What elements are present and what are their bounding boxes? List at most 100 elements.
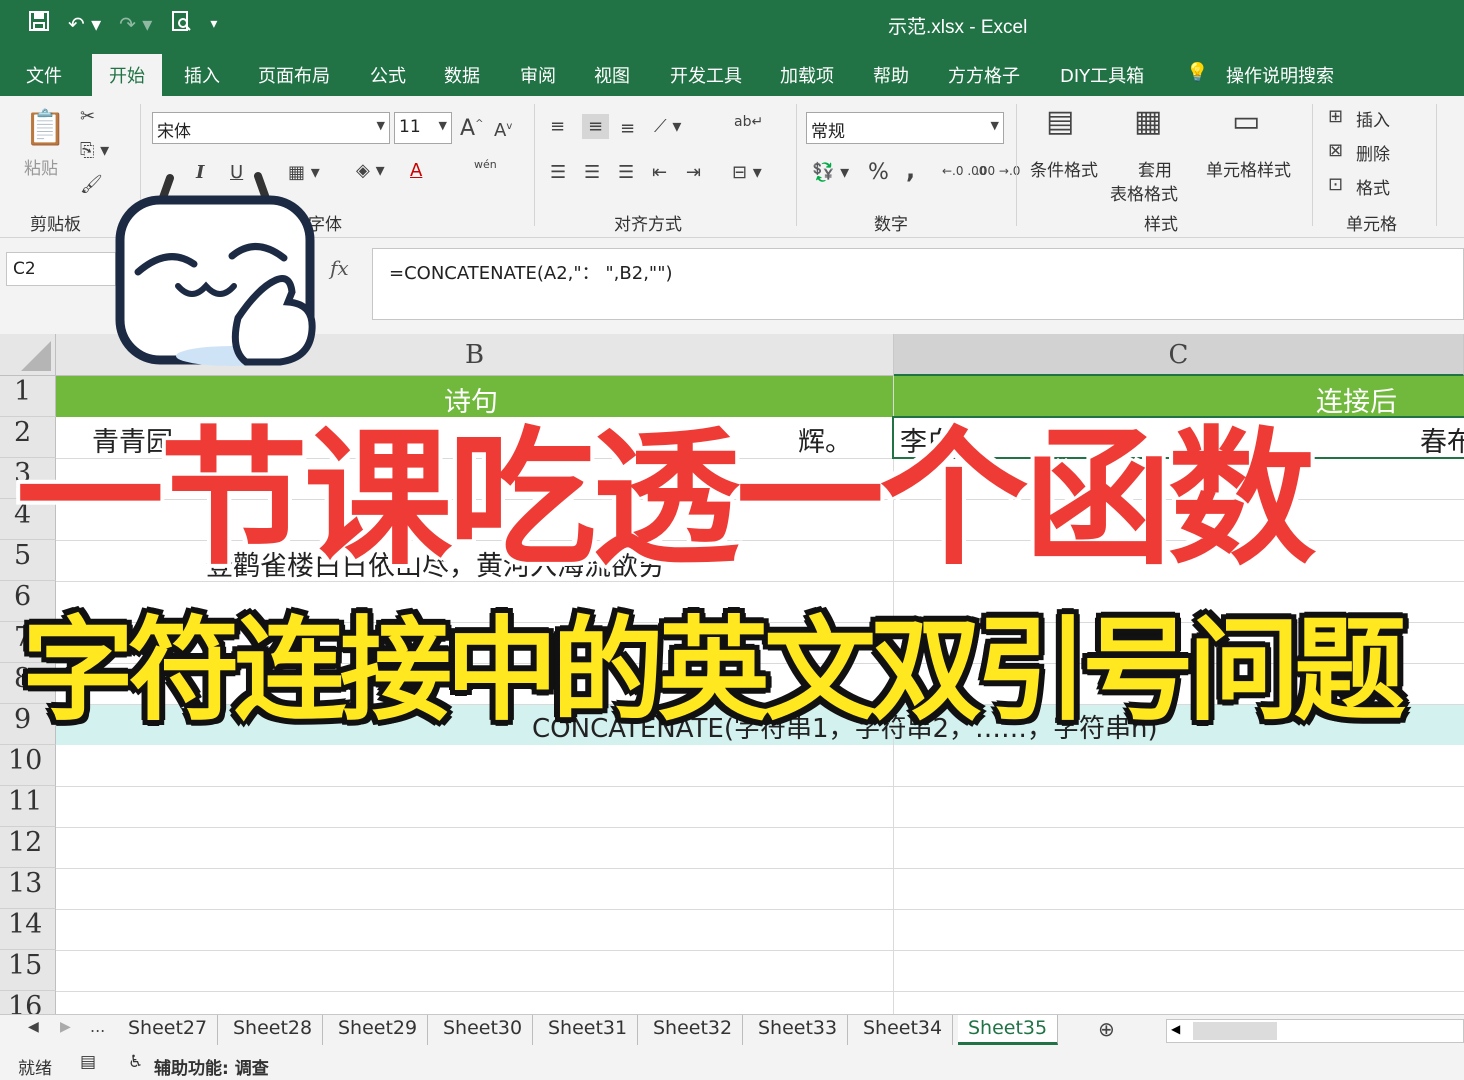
row-header-16[interactable]: 16 — [0, 991, 56, 1014]
delete-cells-button[interactable]: 删除 — [1356, 140, 1390, 165]
conditional-format-button[interactable]: 条件格式 — [1030, 156, 1098, 181]
format-as-table-icon[interactable]: ▦ — [1134, 104, 1162, 139]
increase-indent-icon[interactable]: ⇥ — [686, 162, 701, 183]
prev-sheet-icon[interactable]: ◀ — [28, 1019, 39, 1035]
sheet-tab-sheet29[interactable]: Sheet29 — [328, 1015, 429, 1045]
decrease-font-icon[interactable]: Av — [494, 120, 512, 141]
horizontal-scrollbar[interactable]: ◀ — [1166, 1019, 1464, 1043]
scroll-thumb[interactable] — [1193, 1022, 1277, 1040]
ribbon-tabs: 文件 开始 插入 页面布局 公式 数据 审阅 视图 开发工具 加载项 帮助 方方… — [0, 50, 1464, 96]
print-preview-icon[interactable] — [170, 10, 192, 37]
copy-icon[interactable]: ⎘ ▾ — [80, 140, 109, 161]
row-header-13[interactable]: 13 — [0, 868, 56, 909]
insert-cells-button[interactable]: 插入 — [1356, 106, 1390, 131]
tab-view[interactable]: 视图 — [594, 62, 630, 88]
name-box[interactable]: C2 — [6, 252, 116, 286]
tab-review[interactable]: 审阅 — [520, 62, 556, 88]
sheet-tab-sheet33[interactable]: Sheet33 — [748, 1015, 849, 1045]
redo-icon[interactable]: ↷ ▾ — [119, 12, 152, 36]
lightbulb-icon[interactable]: 💡 — [1186, 62, 1208, 83]
tab-addins[interactable]: 加载项 — [780, 62, 834, 88]
quick-access-toolbar: ↶ ▾ ↷ ▾ ▾ — [28, 10, 217, 37]
align-top-icon[interactable]: ≡ — [550, 116, 565, 137]
insert-cells-icon[interactable]: ⊞ — [1328, 106, 1343, 127]
select-all-button[interactable] — [0, 334, 56, 376]
status-bar: 就绪 ▤ ♿ 辅助功能: 调查 — [0, 1048, 1464, 1080]
sheet-tab-sheet32[interactable]: Sheet32 — [643, 1015, 744, 1045]
macro-record-icon[interactable]: ▤ — [80, 1052, 96, 1072]
number-format-select[interactable]: 常规 ▼ — [806, 112, 1004, 144]
percent-button[interactable]: % — [868, 160, 889, 185]
next-sheet-icon[interactable]: ▶ — [60, 1019, 71, 1035]
row-header-14[interactable]: 14 — [0, 909, 56, 950]
save-icon[interactable] — [28, 10, 50, 37]
sheet-tab-sheet30[interactable]: Sheet30 — [433, 1015, 534, 1045]
more-sheets-button[interactable]: ... — [90, 1017, 105, 1036]
format-cells-icon[interactable]: ⊡ — [1328, 174, 1343, 195]
tab-home[interactable]: 开始 — [92, 54, 162, 96]
tab-insert[interactable]: 插入 — [184, 62, 220, 88]
orientation-icon[interactable]: ⟋ ▾ — [654, 116, 681, 137]
align-bottom-icon[interactable]: ≡ — [620, 118, 635, 139]
column-header-c[interactable]: C — [894, 334, 1464, 376]
phonetic-icon[interactable]: wén — [474, 158, 497, 171]
merge-center-icon[interactable]: ⊟ ▾ — [732, 162, 762, 183]
row-header-11[interactable]: 11 — [0, 786, 56, 827]
sheet-tab-sheet28[interactable]: Sheet28 — [223, 1015, 324, 1045]
row-header-12[interactable]: 12 — [0, 827, 56, 868]
decrease-decimal-icon[interactable]: .00 →.0 — [976, 164, 1020, 178]
tab-help[interactable]: 帮助 — [873, 62, 909, 88]
add-sheet-icon[interactable]: ⊕ — [1098, 1017, 1115, 1041]
align-right-icon[interactable]: ☰ — [618, 162, 634, 183]
overlay-title-line2: 字符连接中的英文双引号问题 — [22, 606, 1406, 736]
format-as-table-button-1[interactable]: 套用 — [1138, 156, 1172, 181]
font-name-select[interactable]: 宋体 ▼ — [152, 112, 390, 144]
align-middle-icon[interactable]: ≡ — [582, 114, 610, 139]
cell-c1[interactable]: 连接后 — [1316, 380, 1397, 419]
scroll-left-icon[interactable]: ◀ — [1171, 1022, 1180, 1036]
wrap-text-icon[interactable]: ab↵ — [734, 114, 763, 130]
tab-page-layout[interactable]: 页面布局 — [258, 62, 330, 88]
row-header-10[interactable]: 10 — [0, 745, 56, 786]
paste-icon[interactable]: 📋 — [24, 108, 66, 148]
row-header-15[interactable]: 15 — [0, 950, 56, 991]
format-cells-button[interactable]: 格式 — [1356, 174, 1390, 199]
formula-input[interactable]: =CONCATENATE(A2,"： ",B2,"") — [372, 248, 1464, 320]
accounting-format-icon[interactable]: 💱 ▾ — [812, 162, 849, 183]
align-center-icon[interactable]: ☰ — [584, 162, 600, 183]
tab-diy-toolbox[interactable]: DIY工具箱 — [1060, 62, 1144, 88]
decrease-indent-icon[interactable]: ⇤ — [652, 162, 667, 183]
tab-fangfang[interactable]: 方方格子 — [948, 62, 1020, 88]
font-color-button[interactable]: A — [410, 160, 422, 181]
sheet-tab-sheet31[interactable]: Sheet31 — [538, 1015, 639, 1045]
fill-color-icon[interactable]: ◈ ▾ — [356, 160, 385, 181]
undo-icon[interactable]: ↶ ▾ — [68, 12, 101, 36]
sheet-tab-bar: ◀ ▶ ... Sheet27 Sheet28 Sheet29 Sheet30 … — [0, 1014, 1464, 1048]
tab-formulas[interactable]: 公式 — [370, 62, 406, 88]
tell-me-search[interactable]: 操作说明搜索 — [1226, 62, 1334, 88]
sheet-tab-sheet34[interactable]: Sheet34 — [853, 1015, 954, 1045]
format-painter-icon[interactable]: 🖌 — [80, 174, 103, 195]
alignment-label: 对齐方式 — [614, 215, 682, 235]
insert-function-button[interactable]: fx — [330, 256, 349, 280]
cut-icon[interactable]: ✂ — [80, 106, 95, 127]
tab-file[interactable]: 文件 — [26, 62, 62, 88]
increase-font-icon[interactable]: A^ — [460, 116, 483, 141]
delete-cells-icon[interactable]: ⊠ — [1328, 140, 1343, 161]
conditional-format-icon[interactable]: ▤ — [1046, 104, 1074, 139]
sheet-tab-sheet35[interactable]: Sheet35 — [958, 1015, 1058, 1045]
accessibility-status[interactable]: 辅助功能: 调查 — [154, 1054, 269, 1079]
comma-button[interactable]: , — [906, 156, 915, 184]
format-as-table-button-2[interactable]: 表格格式 — [1110, 180, 1178, 205]
customize-icon[interactable]: ▾ — [210, 16, 217, 32]
cell-styles-icon[interactable]: ▭ — [1232, 104, 1260, 139]
sheet-tab-sheet27[interactable]: Sheet27 — [118, 1015, 219, 1045]
cell-styles-button[interactable]: 单元格样式 — [1206, 156, 1291, 181]
align-left-icon[interactable]: ☰ — [550, 162, 566, 183]
accessibility-icon[interactable]: ♿ — [128, 1052, 143, 1072]
paste-button[interactable]: 粘贴 — [24, 154, 58, 179]
tab-developer[interactable]: 开发工具 — [670, 62, 742, 88]
tab-data[interactable]: 数据 — [444, 62, 480, 88]
clipboard-label: 剪贴板 — [30, 215, 81, 235]
font-size-select[interactable]: 11 ▼ — [394, 112, 452, 144]
